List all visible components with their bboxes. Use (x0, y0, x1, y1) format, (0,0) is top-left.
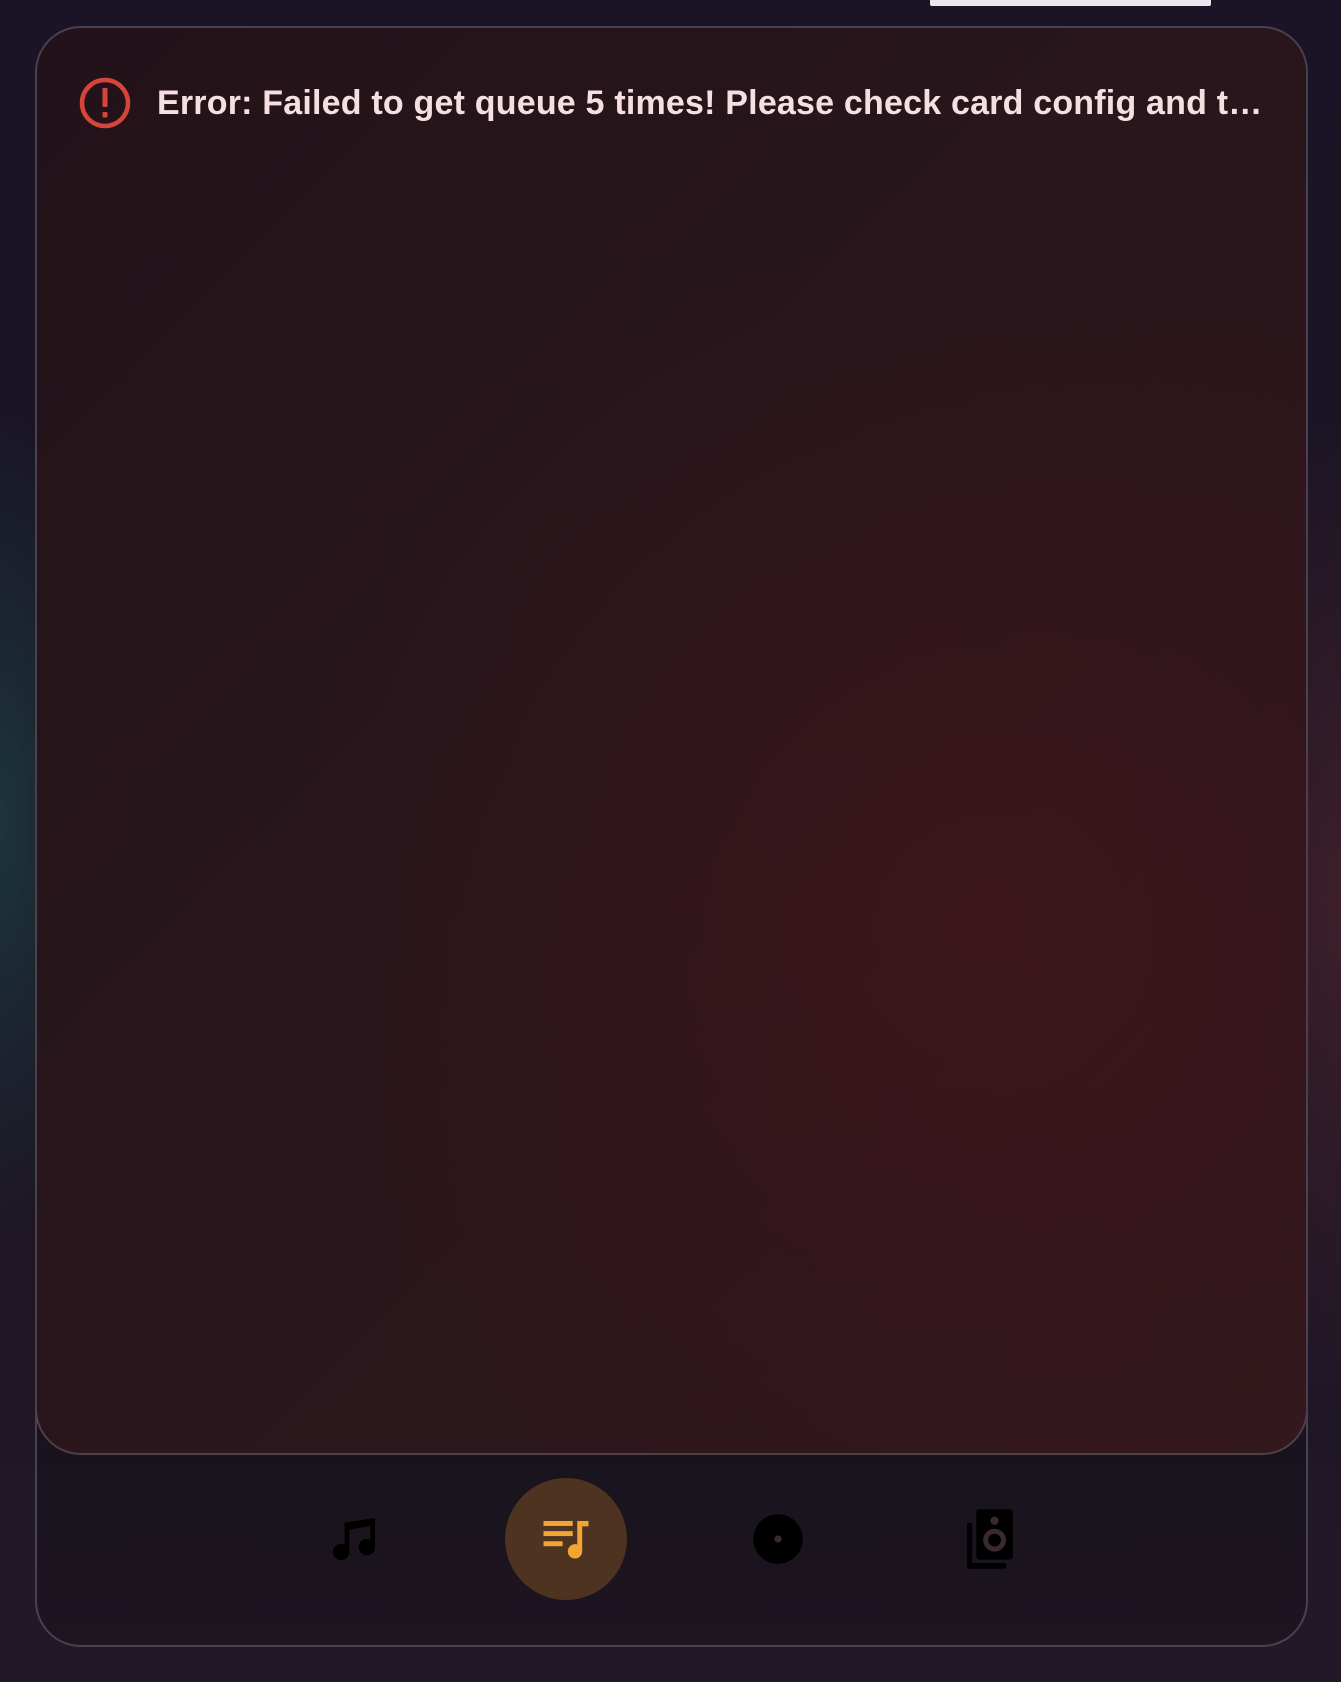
alert-circle-icon (79, 77, 131, 129)
nav-queue-button[interactable] (505, 1478, 627, 1600)
bottom-navigation (37, 1478, 1306, 1618)
music-note-icon (326, 1511, 382, 1567)
error-message-text: Error: Failed to get queue 5 times! Plea… (157, 83, 1266, 122)
media-player-card: Error: Failed to get queue 5 times! Plea… (35, 26, 1308, 1647)
error-message-row: Error: Failed to get queue 5 times! Plea… (79, 72, 1266, 134)
nav-player-button[interactable] (293, 1478, 415, 1600)
top-scroll-indicator (930, 0, 1211, 6)
queue-panel: Error: Failed to get queue 5 times! Plea… (37, 28, 1306, 1455)
nav-media-browser-button[interactable] (717, 1478, 839, 1600)
nav-speakers-button[interactable] (929, 1478, 1051, 1600)
disc-icon (751, 1512, 805, 1566)
speaker-multiple-icon (962, 1507, 1018, 1571)
playlist-music-icon (539, 1512, 593, 1566)
